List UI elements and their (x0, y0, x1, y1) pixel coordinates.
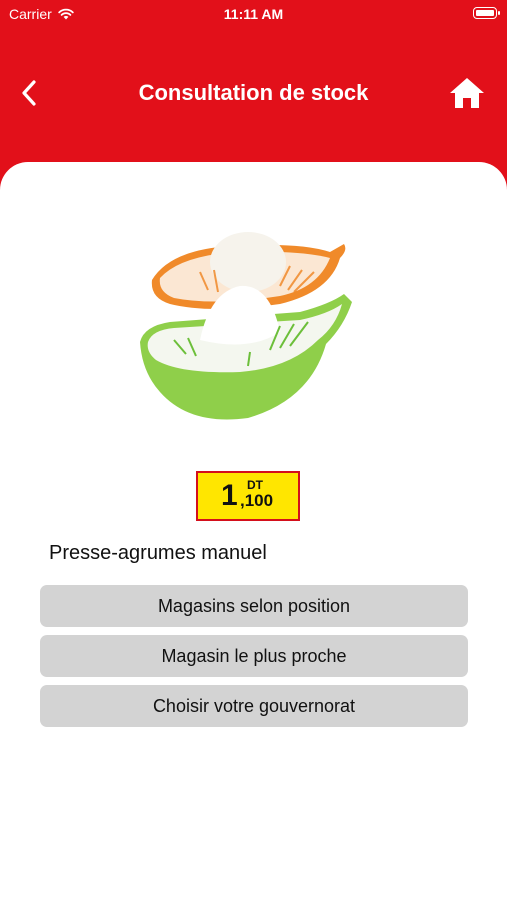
status-bar: Carrier 11:11 AM (0, 0, 507, 28)
price-currency: DT (247, 478, 263, 492)
page-title: Consultation de stock (138, 80, 369, 105)
stores-by-position-button[interactable]: Magasins selon position (40, 585, 468, 627)
product-image (140, 232, 352, 420)
home-icon (450, 78, 484, 108)
price-decimal: ,100 (240, 491, 274, 510)
battery-icon (473, 7, 500, 19)
product-name: Presse-agrumes manuel (49, 542, 267, 564)
home-button[interactable] (447, 74, 487, 112)
choose-governorate-button[interactable]: Choisir votre gouvernorat (40, 685, 468, 727)
price-integer: 1 (221, 479, 238, 512)
status-time: 11:11 AM (223, 6, 284, 22)
price-tag: 1 DT ,100 (196, 471, 300, 521)
nearest-store-button[interactable]: Magasin le plus proche (40, 635, 468, 677)
